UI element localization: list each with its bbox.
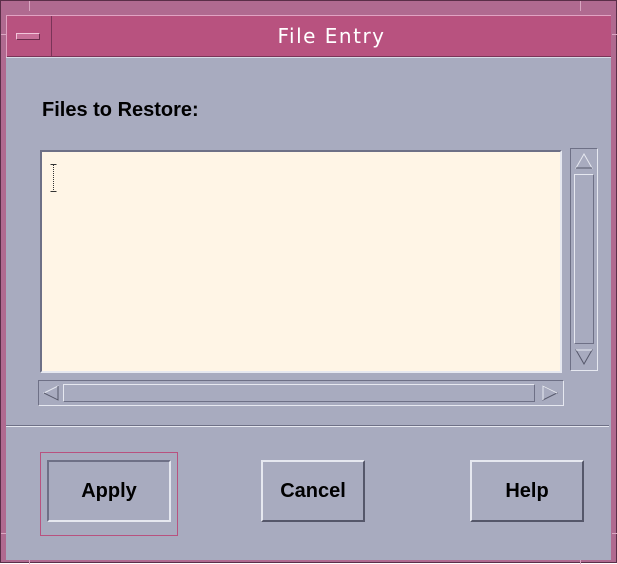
vertical-scrollbar[interactable] [570, 148, 598, 371]
window-menu-button[interactable] [6, 16, 52, 57]
frame-corner-mark [612, 533, 617, 534]
arrow-left-icon[interactable] [42, 384, 60, 402]
horizontal-scroll-thumb[interactable] [63, 384, 535, 402]
arrow-right-icon[interactable] [541, 384, 559, 402]
arrow-up-icon[interactable] [574, 152, 594, 170]
vertical-scroll-thumb[interactable] [574, 174, 594, 344]
file-entry-dialog: File Entry Files to Restore: Apply Cance… [0, 0, 617, 564]
window-menu-icon [16, 33, 40, 40]
help-button[interactable]: Help [470, 460, 584, 522]
i-beam-cursor-icon [50, 164, 57, 192]
frame-corner-mark [29, 560, 30, 564]
apply-button[interactable]: Apply [47, 460, 171, 522]
window-title: File Entry [277, 24, 386, 48]
frame-corner-mark [580, 1, 581, 11]
files-to-restore-label: Files to Restore: [42, 99, 199, 121]
frame-corner-mark [612, 34, 617, 35]
files-to-restore-textarea[interactable] [40, 150, 562, 373]
separator [6, 425, 609, 427]
title-bar[interactable]: File Entry [6, 15, 611, 57]
dialog-body: Files to Restore: Apply Cancel Help [6, 57, 611, 560]
horizontal-scrollbar[interactable] [38, 380, 564, 406]
arrow-down-icon[interactable] [574, 348, 594, 366]
frame-corner-mark [580, 560, 581, 564]
frame-corner-mark [29, 1, 30, 11]
cancel-button[interactable]: Cancel [261, 460, 365, 522]
